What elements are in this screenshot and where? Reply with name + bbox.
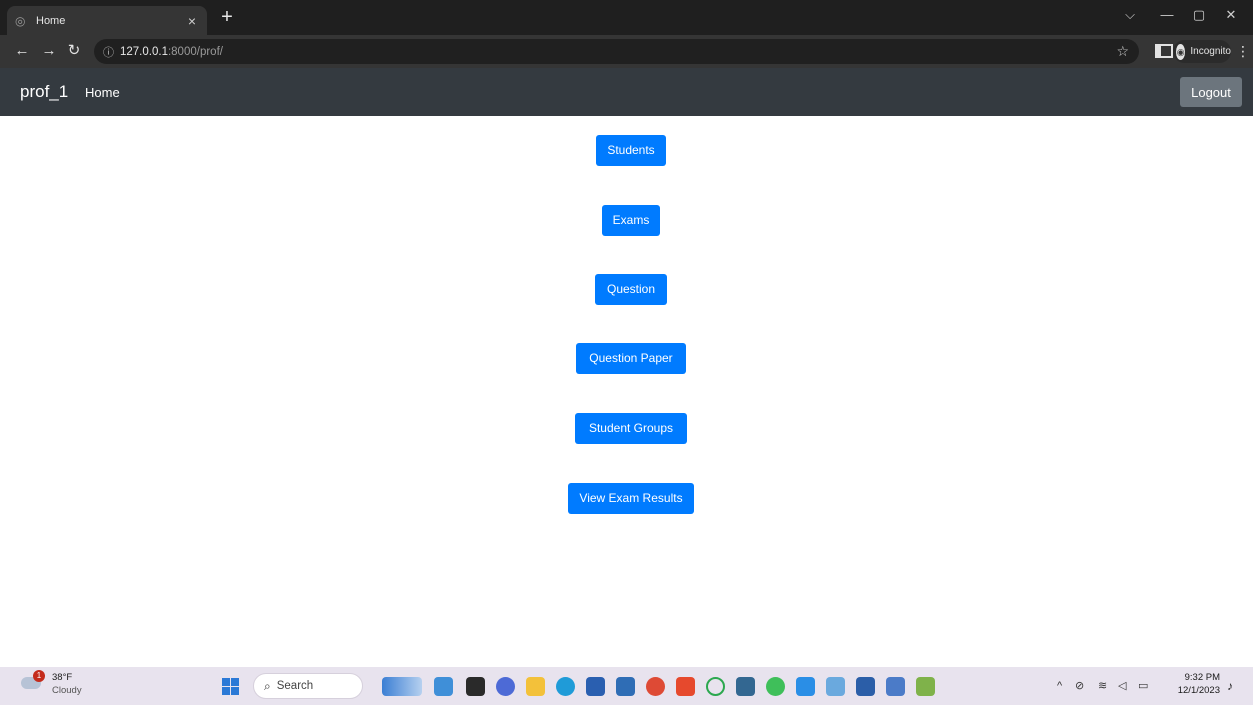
network-icon[interactable]: ⊘ xyxy=(1075,679,1084,693)
view-exam-results-button[interactable]: View Exam Results xyxy=(568,483,694,514)
weather-condition: Cloudy xyxy=(52,685,82,696)
browser-toolbar: ← → ↻ ⓘ 127.0.0.1:8000/prof/ ☆ ◉ Incogni… xyxy=(0,35,1253,68)
tab-search-icon[interactable]: ⌵ xyxy=(1118,5,1142,25)
tab-title: Home xyxy=(36,14,66,27)
start-windows-icon[interactable] xyxy=(222,678,239,695)
whatsapp-icon[interactable] xyxy=(766,677,785,696)
app-icon[interactable] xyxy=(676,677,695,696)
postgres-icon[interactable] xyxy=(736,677,755,696)
clock-date[interactable]: 12/1/2023 xyxy=(1172,685,1220,696)
word-icon[interactable] xyxy=(856,677,875,696)
tab-close-icon[interactable]: × xyxy=(185,14,199,28)
taskbar-search[interactable]: ⌕ Search xyxy=(253,673,363,699)
back-arrow-icon[interactable]: ← xyxy=(12,41,32,61)
app-icon[interactable] xyxy=(466,677,485,696)
chat-icon[interactable] xyxy=(496,677,515,696)
search-placeholder: Search xyxy=(276,680,314,692)
taskbar: 1 38°F Cloudy ⌕ Search ^ ⊘ ≋ ◁ ▭ 9:32 PM… xyxy=(0,667,1253,705)
browser-tab-strip: ◎ Home × + ⌵ — ▢ ✕ xyxy=(0,0,1253,35)
app-icon[interactable] xyxy=(916,677,935,696)
student-groups-button[interactable]: Student Groups xyxy=(575,413,687,444)
site-info-icon[interactable]: ⓘ xyxy=(103,44,114,60)
bookmark-star-icon[interactable]: ☆ xyxy=(1116,43,1129,60)
app-icon[interactable] xyxy=(706,677,725,696)
restore-button[interactable]: ▢ xyxy=(1187,5,1211,25)
weather-temperature: 38°F xyxy=(52,672,73,683)
widget-landscape-icon[interactable] xyxy=(382,677,422,696)
app-icon[interactable] xyxy=(616,677,635,696)
volume-icon[interactable]: ◁ xyxy=(1118,679,1126,693)
students-button[interactable]: Students xyxy=(596,135,666,166)
app-icon[interactable] xyxy=(434,677,453,696)
question-paper-button[interactable]: Question Paper xyxy=(576,343,686,374)
store-icon[interactable] xyxy=(586,677,605,696)
incognito-icon: ◉ xyxy=(1176,43,1186,60)
notepad-icon[interactable] xyxy=(826,677,845,696)
nav-link-home[interactable]: Home xyxy=(85,84,120,102)
exams-button[interactable]: Exams xyxy=(602,205,660,236)
edge-icon[interactable] xyxy=(556,677,575,696)
notification-bell-icon[interactable]: ♪ xyxy=(1227,679,1233,693)
search-icon: ⌕ xyxy=(264,678,271,693)
incognito-label: Incognito xyxy=(1190,46,1231,57)
vscode-icon[interactable] xyxy=(796,677,815,696)
minimize-button[interactable]: — xyxy=(1155,5,1179,25)
globe-icon: ◎ xyxy=(15,13,26,28)
side-panel-icon[interactable] xyxy=(1155,44,1173,58)
teams-icon[interactable] xyxy=(886,677,905,696)
screen: ◎ Home × + ⌵ — ▢ ✕ ← → ↻ ⓘ 127.0.0.1:800… xyxy=(0,0,1253,705)
app-navbar: prof_1 Home Logout xyxy=(0,68,1253,116)
browser-menu-icon[interactable]: ⋮ xyxy=(1236,41,1250,61)
navbar-brand[interactable]: prof_1 xyxy=(20,82,68,102)
url-path: :8000/prof/ xyxy=(167,45,223,58)
browser-tab-home[interactable]: ◎ Home × xyxy=(7,6,207,35)
close-window-button[interactable]: ✕ xyxy=(1219,5,1243,25)
new-tab-button[interactable]: + xyxy=(217,7,237,27)
forward-arrow-icon[interactable]: → xyxy=(39,41,59,61)
clock-time[interactable]: 9:32 PM xyxy=(1180,672,1220,683)
incognito-indicator[interactable]: ◉ Incognito xyxy=(1173,40,1231,63)
logout-button[interactable]: Logout xyxy=(1180,77,1242,107)
wifi-icon[interactable]: ≋ xyxy=(1098,679,1107,693)
address-bar[interactable]: ⓘ 127.0.0.1:8000/prof/ ☆ xyxy=(94,39,1139,64)
reload-icon[interactable]: ↻ xyxy=(64,41,84,61)
chrome-icon[interactable] xyxy=(646,677,665,696)
battery-icon[interactable]: ▭ xyxy=(1138,679,1148,693)
file-explorer-icon[interactable] xyxy=(526,677,545,696)
question-button[interactable]: Question xyxy=(595,274,667,305)
chevron-up-icon[interactable]: ^ xyxy=(1057,679,1062,693)
url-host: 127.0.0.1 xyxy=(120,45,168,58)
weather-alert-badge: 1 xyxy=(33,670,45,682)
